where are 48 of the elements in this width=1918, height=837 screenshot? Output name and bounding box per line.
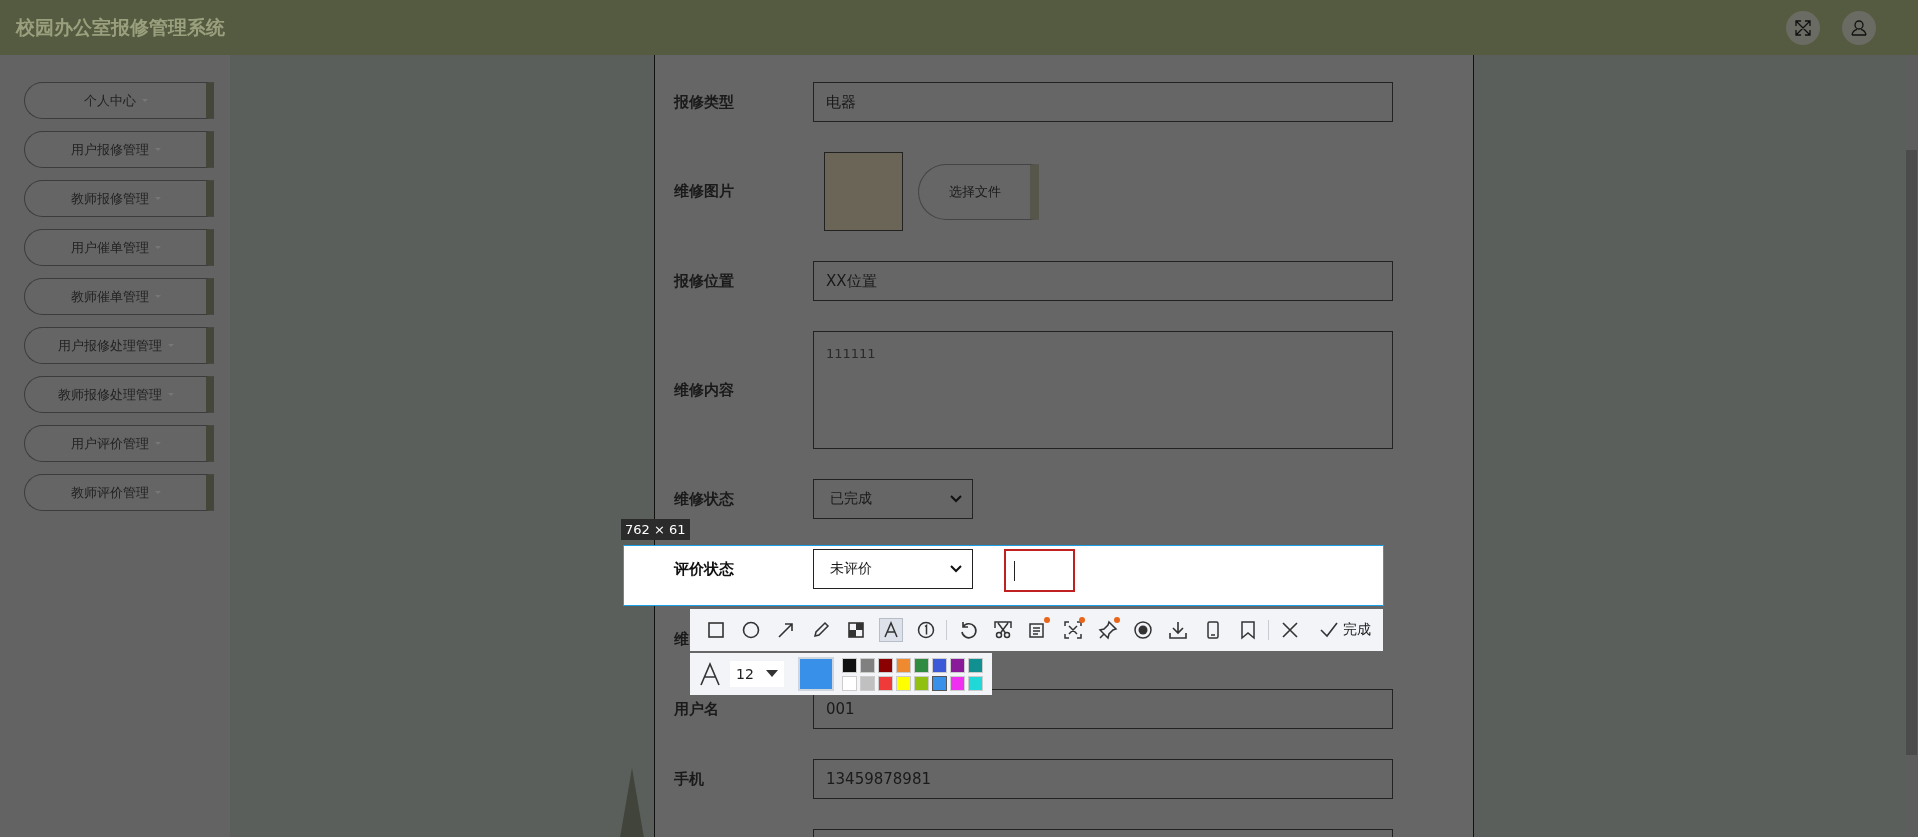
dropdown-icon	[766, 670, 778, 678]
sidebar-menu-item[interactable]: 用户报修处理管理	[24, 327, 214, 364]
user-icon	[1850, 18, 1868, 37]
app-title: 校园办公室报修管理系统	[16, 14, 225, 40]
text-input-box[interactable]	[1004, 549, 1075, 592]
choose-file-button[interactable]: 选择文件	[918, 163, 1039, 220]
check-icon	[1319, 620, 1339, 640]
sidebar-menu-item[interactable]: 个人中心	[24, 82, 214, 119]
text-field[interactable]: 13459878981	[813, 759, 1393, 799]
field-label: 维修状态	[674, 489, 734, 509]
sidebar-menu-item[interactable]: 教师评价管理	[24, 474, 214, 511]
field-label: 维修内容	[674, 380, 734, 400]
field-label: 报修类型	[674, 92, 734, 112]
sidebar-menu-item[interactable]: 教师报修管理	[24, 180, 214, 217]
sidebar-menu-item[interactable]: 用户评价管理	[24, 425, 214, 462]
size-label: 762 × 61	[621, 519, 690, 540]
sidebar-menu-item[interactable]: 教师催单管理	[24, 278, 214, 315]
sidebar-menu-item[interactable]: 用户报修管理	[24, 131, 214, 168]
fullscreen-button[interactable]	[1786, 10, 1820, 45]
sidebar-menu-item[interactable]: 教师报修处理管理	[24, 376, 214, 413]
field-label: 报修位置	[674, 271, 734, 291]
current-color-swatch[interactable]	[798, 657, 834, 691]
expand-icon	[1061, 619, 1084, 641]
field-label: 维	[674, 629, 689, 649]
done-button[interactable]: 完成	[1313, 619, 1377, 641]
chevron-icon	[950, 565, 962, 573]
font-size-select[interactable]: 12	[730, 661, 784, 687]
scissors-icon	[991, 619, 1014, 641]
record-icon	[1131, 619, 1154, 641]
sidebar-menu-item[interactable]: 用户催单管理	[24, 229, 214, 266]
field-label: 手机	[674, 769, 704, 789]
tree-drawing	[620, 768, 644, 837]
download-icon	[1166, 619, 1189, 641]
field-label: 维修图片	[674, 182, 734, 201]
text-field[interactable]: XX位置	[813, 261, 1393, 301]
chevron-icon	[950, 495, 962, 503]
user-button[interactable]	[1842, 10, 1876, 45]
field-label: 评价状态	[674, 559, 734, 579]
field-label: 用户名	[674, 699, 719, 719]
font-icon	[698, 661, 722, 687]
text-icon	[879, 619, 902, 641]
text-field[interactable]: 电器	[813, 82, 1393, 122]
select-field[interactable]: 未评价	[813, 549, 973, 589]
color-swatch[interactable]	[932, 675, 947, 691]
pin-icon	[1096, 619, 1119, 641]
select-field[interactable]: 已完成	[813, 479, 973, 519]
textarea-field[interactable]: 111111	[813, 331, 1393, 449]
expand-icon	[1794, 18, 1812, 37]
